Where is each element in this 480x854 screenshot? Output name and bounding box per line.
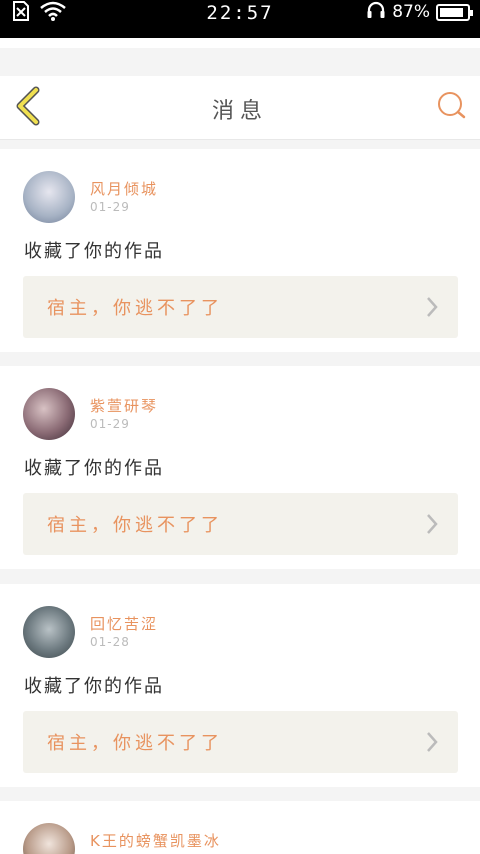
message-card[interactable]: 风月倾城 01-29 收藏了你的作品 宿主，你逃不了了 xyxy=(0,149,480,352)
action-text: 收藏了你的作品 xyxy=(24,458,164,479)
page-title: 消息 xyxy=(211,99,268,124)
work-link[interactable]: 宿主，你逃不了了 xyxy=(23,493,458,555)
avatar[interactable] xyxy=(23,388,75,440)
avatar[interactable] xyxy=(23,606,75,658)
message-card[interactable]: K王的螃蟹凯墨冰 xyxy=(0,801,480,854)
action-text: 收藏了你的作品 xyxy=(24,676,164,697)
work-title: 宿主，你逃不了了 xyxy=(47,733,223,754)
chevron-right-icon xyxy=(427,514,438,534)
work-title: 宿主，你逃不了了 xyxy=(47,298,223,319)
message-card[interactable]: 紫萱研琴 01-29 收藏了你的作品 宿主，你逃不了了 xyxy=(0,366,480,569)
search-button[interactable] xyxy=(436,90,468,122)
action-text: 收藏了你的作品 xyxy=(24,241,164,262)
work-link[interactable]: 宿主，你逃不了了 xyxy=(23,711,458,773)
search-icon xyxy=(438,92,466,119)
sender-name[interactable]: K王的螃蟹凯墨冰 xyxy=(90,830,221,851)
status-bar: 22:57 87% xyxy=(0,0,480,38)
nav-header: 消息 xyxy=(0,76,480,140)
avatar[interactable] xyxy=(23,823,75,854)
headphones-icon xyxy=(366,0,386,25)
sender-name[interactable]: 风月倾城 xyxy=(90,178,158,199)
battery-icon xyxy=(436,3,473,21)
work-title: 宿主，你逃不了了 xyxy=(47,515,223,536)
battery-percent: 87% xyxy=(392,2,430,22)
chevron-right-icon xyxy=(427,297,438,317)
message-date: 01-29 xyxy=(90,200,130,214)
avatar[interactable] xyxy=(23,171,75,223)
message-date: 01-28 xyxy=(90,635,130,649)
message-card[interactable]: 回忆苦涩 01-28 收藏了你的作品 宿主，你逃不了了 xyxy=(0,584,480,787)
work-link[interactable]: 宿主，你逃不了了 xyxy=(23,276,458,338)
message-date: 01-29 xyxy=(90,417,130,431)
chevron-right-icon xyxy=(427,732,438,752)
sender-name[interactable]: 紫萱研琴 xyxy=(90,395,158,416)
status-strip xyxy=(0,38,480,48)
sender-name[interactable]: 回忆苦涩 xyxy=(90,613,158,634)
